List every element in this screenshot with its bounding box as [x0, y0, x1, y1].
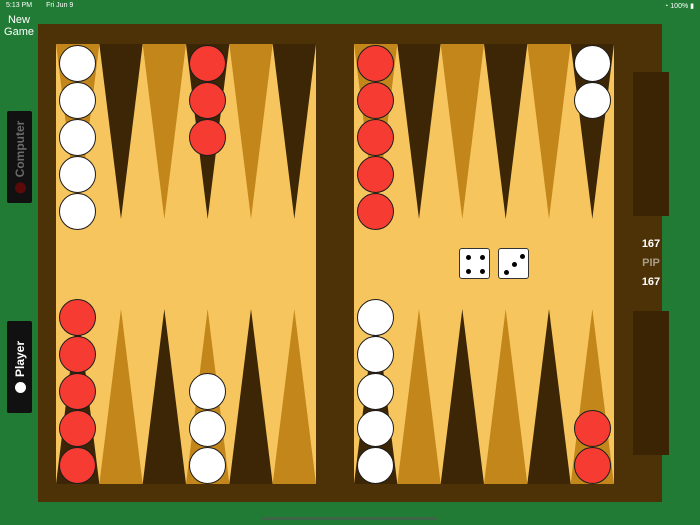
red-checker[interactable]: [59, 446, 97, 484]
white-checker[interactable]: [573, 81, 611, 119]
red-checker[interactable]: [357, 118, 395, 156]
white-checker[interactable]: [59, 192, 97, 230]
board-point-bottom[interactable]: [484, 309, 528, 484]
player-color-dot: [14, 382, 25, 394]
board-point-bottom[interactable]: [440, 309, 484, 484]
die-pip: [465, 269, 471, 275]
new-game-button[interactable]: New Game: [0, 14, 38, 38]
white-checker[interactable]: [357, 298, 395, 336]
die-pip: [480, 254, 486, 260]
white-checker[interactable]: [189, 446, 227, 484]
status-time: 5:13 PM: [6, 2, 33, 9]
die-pip: [512, 262, 517, 267]
red-checker[interactable]: [59, 298, 97, 336]
red-checker[interactable]: [357, 44, 395, 82]
pip-label: PIP: [642, 257, 660, 269]
player-tab[interactable]: Player: [7, 321, 32, 413]
board-point-bottom[interactable]: [99, 309, 143, 484]
board-point-bottom[interactable]: [272, 309, 316, 484]
board-point-bottom[interactable]: [397, 309, 441, 484]
die-1[interactable]: [459, 248, 490, 279]
board-points: [56, 44, 316, 484]
home-indicator: [262, 517, 438, 520]
die-pip: [480, 269, 486, 275]
pip-count-bottom: 167: [641, 276, 661, 288]
battery-icon: ▮: [690, 3, 694, 10]
board-point-top[interactable]: [229, 44, 273, 219]
die-2[interactable]: [498, 248, 529, 279]
board-point-top[interactable]: [99, 44, 143, 219]
status-date: Fri Jun 9: [46, 2, 74, 9]
red-checker[interactable]: [59, 335, 97, 373]
red-checker[interactable]: [357, 155, 395, 193]
status-bar: 5:13 PM Fri Jun 9 ◔ 100% ▮: [6, 2, 694, 12]
die-pip: [519, 254, 525, 260]
board-point-top[interactable]: [397, 44, 441, 219]
white-checker[interactable]: [573, 44, 611, 82]
white-checker[interactable]: [59, 155, 97, 193]
red-checker[interactable]: [357, 81, 395, 119]
red-checker[interactable]: [59, 409, 97, 447]
white-checker[interactable]: [189, 409, 227, 447]
white-checker[interactable]: [357, 446, 395, 484]
white-checker[interactable]: [357, 409, 395, 447]
red-checker[interactable]: [189, 81, 227, 119]
board-point-top[interactable]: [527, 44, 571, 219]
red-checker[interactable]: [189, 118, 227, 156]
board-point-top[interactable]: [272, 44, 316, 219]
computer-tab[interactable]: Computer: [7, 111, 32, 203]
white-checker[interactable]: [59, 81, 97, 119]
bear-off-tray-bottom[interactable]: [633, 311, 669, 455]
computer-label: Computer: [12, 120, 27, 178]
board-point-top[interactable]: [142, 44, 186, 219]
pip-count-top: 167: [641, 238, 661, 250]
player-label: Player: [12, 340, 27, 378]
red-checker[interactable]: [573, 409, 611, 447]
red-checker[interactable]: [189, 44, 227, 82]
wifi-icon: ◔: [664, 3, 669, 10]
red-checker[interactable]: [357, 192, 395, 230]
board-point-bottom[interactable]: [142, 309, 186, 484]
board-left-half: [56, 44, 316, 484]
board-point-top[interactable]: [440, 44, 484, 219]
red-checker[interactable]: [59, 372, 97, 410]
white-checker[interactable]: [189, 372, 227, 410]
white-checker[interactable]: [357, 335, 395, 373]
white-checker[interactable]: [59, 118, 97, 156]
board-bar[interactable]: [316, 44, 354, 484]
computer-color-dot: [14, 182, 25, 194]
battery-percent: 100%: [670, 3, 689, 10]
die-pip: [465, 254, 471, 260]
board-point-bottom[interactable]: [229, 309, 273, 484]
die-pip: [504, 269, 510, 275]
board-point-top[interactable]: [484, 44, 528, 219]
white-checker[interactable]: [357, 372, 395, 410]
red-checker[interactable]: [573, 446, 611, 484]
bear-off-tray-top[interactable]: [633, 72, 669, 216]
board-point-bottom[interactable]: [527, 309, 571, 484]
white-checker[interactable]: [59, 44, 97, 82]
backgammon-board: 167 PIP 167: [38, 24, 669, 502]
